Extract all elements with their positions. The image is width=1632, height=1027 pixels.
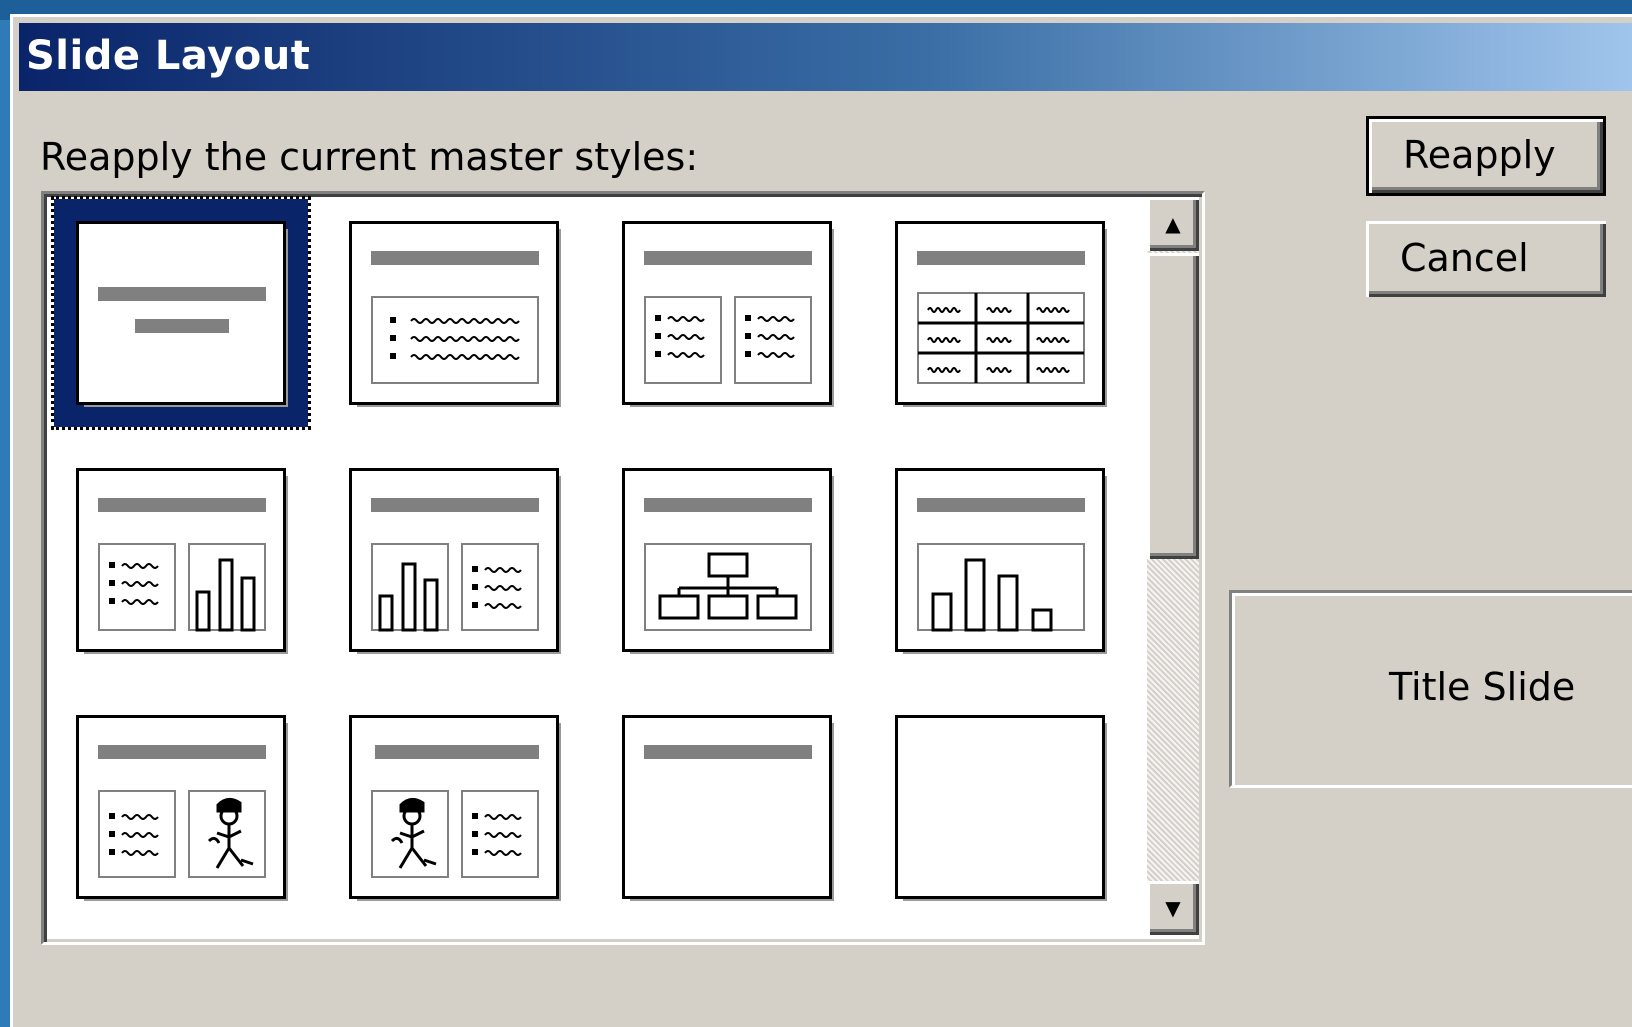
vertical-scrollbar[interactable]: ▲ ▼ — [1147, 197, 1199, 935]
title-slide-thumbnail — [76, 221, 288, 407]
layout-clip-art-and-text[interactable] — [349, 715, 561, 901]
scroll-up-button[interactable]: ▲ — [1147, 197, 1199, 251]
layout-preview-caption: Title Slide — [1389, 665, 1576, 709]
layout-title-slide[interactable] — [76, 221, 288, 407]
arrow-up-icon: ▲ — [1165, 212, 1181, 236]
layout-chart-and-text[interactable] — [349, 468, 561, 654]
chart-and-text-thumbnail — [349, 468, 561, 654]
layout-organization-chart[interactable] — [622, 468, 834, 654]
arrow-down-icon: ▼ — [1165, 896, 1181, 920]
layout-list[interactable]: ▲ ▼ — [41, 191, 1205, 945]
dialog-title: Slide Layout — [26, 33, 311, 79]
layout-two-column-text[interactable] — [622, 221, 834, 407]
scroll-down-button[interactable]: ▼ — [1147, 881, 1199, 935]
title-only-thumbnail — [622, 715, 834, 901]
layout-table[interactable] — [895, 221, 1107, 407]
layout-blank[interactable] — [895, 715, 1107, 901]
text-and-clip-art-thumbnail — [76, 715, 288, 901]
prompt-label: Reapply the current master styles: — [40, 135, 699, 179]
cancel-button[interactable]: Cancel — [1366, 221, 1606, 297]
layout-title-only[interactable] — [622, 715, 834, 901]
reapply-button[interactable]: Reapply — [1366, 116, 1606, 196]
layout-text-and-clip-art[interactable] — [76, 715, 288, 901]
bulleted-list-thumbnail — [349, 221, 561, 407]
layout-bulleted-list[interactable] — [349, 221, 561, 407]
table-thumbnail — [895, 221, 1107, 407]
text-and-chart-thumbnail — [76, 468, 288, 654]
blank-thumbnail — [895, 715, 1107, 901]
clip-art-and-text-thumbnail — [349, 715, 561, 901]
scroll-thumb[interactable] — [1147, 253, 1199, 559]
two-column-text-thumbnail — [622, 221, 834, 407]
layout-chart[interactable] — [895, 468, 1107, 654]
chart-thumbnail — [895, 468, 1107, 654]
layout-text-and-chart[interactable] — [76, 468, 288, 654]
org-chart-thumbnail — [622, 468, 834, 654]
title-bar[interactable]: Slide Layout — [19, 23, 1632, 91]
